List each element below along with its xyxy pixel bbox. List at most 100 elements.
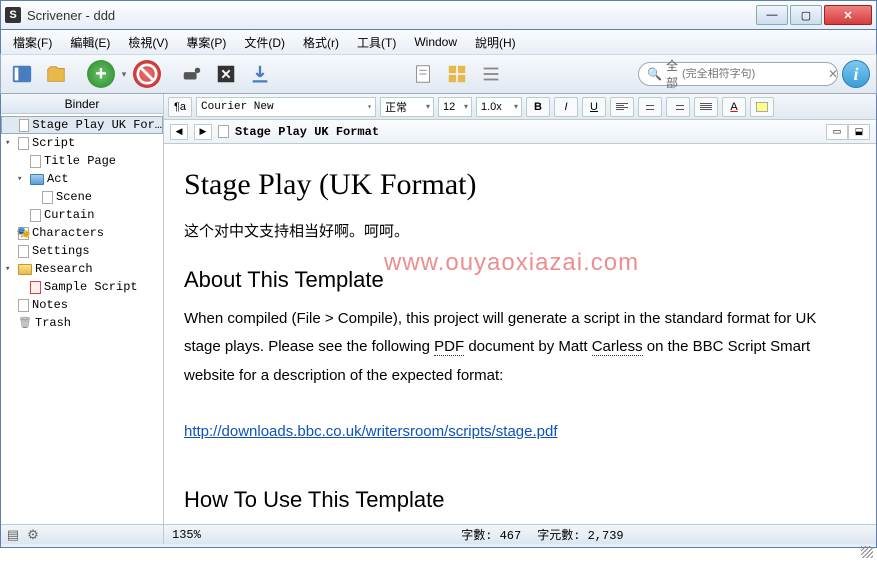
titlebar: S Scrivener - ddd — ▢ ✕ — [0, 0, 877, 30]
align-right-button[interactable] — [666, 97, 690, 117]
tree-item-label: Characters — [32, 226, 104, 240]
close-button[interactable]: ✕ — [824, 5, 872, 25]
doc-icon — [42, 191, 53, 204]
gear-icon[interactable]: ⚙ — [25, 527, 41, 543]
doc-icon — [18, 245, 29, 258]
document-icon — [218, 125, 229, 138]
tree-item[interactable]: Settings — [1, 242, 163, 260]
tree-item[interactable]: 🗑Trash — [1, 314, 163, 332]
tree-item[interactable]: Curtain — [1, 206, 163, 224]
menu-help[interactable]: 說明(H) — [467, 32, 524, 53]
add-dropdown[interactable]: ▾ — [119, 59, 129, 89]
line-spacing-select[interactable]: 1.0x — [476, 97, 522, 117]
tree-item[interactable]: Notes — [1, 296, 163, 314]
doc-icon — [30, 209, 41, 222]
tree-item[interactable]: ▾Act — [1, 170, 163, 188]
binder-tree[interactable]: Stage Play UK For…▾ScriptTitle Page▾ActS… — [1, 114, 163, 524]
nav-back-button[interactable]: ◀ — [170, 124, 188, 140]
menu-format[interactable]: 格式(r) — [295, 32, 347, 53]
view-corkboard-button[interactable] — [442, 59, 472, 89]
align-left-button[interactable] — [610, 97, 634, 117]
font-size-select[interactable]: 12 — [438, 97, 472, 117]
view-document-button[interactable] — [408, 59, 438, 89]
tree-item-label: Act — [47, 172, 69, 186]
delete-button[interactable] — [133, 60, 161, 88]
tree-item[interactable]: Stage Play UK For… — [1, 116, 163, 134]
tree-item[interactable]: Title Page — [1, 152, 163, 170]
font-style-select[interactable]: 正常 — [380, 97, 434, 117]
search-icon: 🔍 — [647, 67, 662, 81]
document-path: Stage Play UK Format — [235, 125, 379, 139]
menu-file[interactable]: 檔案(F) — [5, 32, 60, 53]
format-bar: ¶a Courier New 正常 12 1.0x B I U A — [164, 94, 876, 120]
doc-chinese-line: 这个对中文支持相当好啊。呵呵。 — [184, 218, 856, 247]
tree-item[interactable]: Sample Script — [1, 278, 163, 296]
path-bar: ◀ ▶ Stage Play UK Format ▭ ⬓ — [164, 120, 876, 144]
tree-item[interactable]: ▾Script — [1, 134, 163, 152]
document-editor[interactable]: Stage Play (UK Format) 这个对中文支持相当好啊。呵呵。 A… — [164, 144, 876, 524]
nav-forward-button[interactable]: ▶ — [194, 124, 212, 140]
resize-grip[interactable] — [861, 546, 873, 558]
highlight-button[interactable] — [750, 97, 774, 117]
fullscreen-button[interactable] — [211, 59, 241, 89]
view-outline-button[interactable] — [476, 59, 506, 89]
menu-document[interactable]: 文件(D) — [236, 32, 293, 53]
menubar: 檔案(F) 編輯(E) 檢視(V) 專案(P) 文件(D) 格式(r) 工具(T… — [0, 30, 877, 54]
align-justify-button[interactable] — [694, 97, 718, 117]
minimize-button[interactable]: — — [756, 5, 788, 25]
align-center-button[interactable] — [638, 97, 662, 117]
menu-view[interactable]: 檢視(V) — [120, 32, 176, 53]
add-doc-icon[interactable]: ▤ — [5, 527, 21, 543]
presets-button[interactable]: ¶a — [168, 97, 192, 117]
tree-item-label: Research — [35, 262, 93, 276]
italic-button[interactable]: I — [554, 97, 578, 117]
doc-paragraph-1: When compiled (File > Compile), this pro… — [184, 305, 856, 391]
keywords-button[interactable] — [177, 59, 207, 89]
menu-project[interactable]: 專案(P) — [178, 32, 234, 53]
doc-red-icon — [30, 281, 41, 294]
add-button[interactable]: + — [87, 60, 115, 88]
binder-header: Binder — [1, 94, 163, 114]
compile-button[interactable] — [245, 59, 275, 89]
folder-icon — [18, 264, 32, 275]
tree-item[interactable]: 🎭Characters — [1, 224, 163, 242]
bold-button[interactable]: B — [526, 97, 550, 117]
tree-item[interactable]: Scene — [1, 188, 163, 206]
tree-item-label: Curtain — [44, 208, 94, 222]
tree-item[interactable]: ▾Research — [1, 260, 163, 278]
menu-edit[interactable]: 編輯(E) — [62, 32, 118, 53]
editor-area: ¶a Courier New 正常 12 1.0x B I U A ◀ ▶ St… — [164, 94, 876, 544]
doc-icon — [18, 299, 29, 312]
tree-item-label: Notes — [32, 298, 68, 312]
doc-heading-1: Stage Play (UK Format) — [184, 168, 856, 202]
font-select[interactable]: Courier New — [196, 97, 376, 117]
doc-link[interactable]: http://downloads.bbc.co.uk/writersroom/s… — [184, 423, 558, 440]
binder-toggle-button[interactable] — [7, 59, 37, 89]
split-none-button[interactable]: ▭ — [826, 124, 848, 140]
maximize-button[interactable]: ▢ — [790, 5, 822, 25]
collections-button[interactable] — [41, 59, 71, 89]
search-input[interactable] — [682, 68, 824, 80]
doc-link-line: http://downloads.bbc.co.uk/writersroom/s… — [184, 418, 856, 447]
doc-heading-howto: How To Use This Template — [184, 487, 856, 513]
menu-tools[interactable]: 工具(T) — [349, 32, 404, 53]
text-color-button[interactable]: A — [722, 97, 746, 117]
menu-window[interactable]: Window — [406, 33, 465, 51]
search-box[interactable]: 🔍 全部 ✕ — [638, 62, 838, 86]
zoom-level[interactable]: 135% — [172, 528, 201, 542]
search-clear-icon[interactable]: ✕ — [828, 67, 838, 81]
tree-item-label: Sample Script — [44, 280, 138, 294]
mask-icon: 🎭 — [18, 227, 29, 240]
doc-heading-about: About This Template — [184, 267, 856, 293]
inspector-button[interactable]: i — [842, 60, 870, 88]
binder-statusbar: ▤ ⚙ — [1, 524, 163, 544]
underline-button[interactable]: U — [582, 97, 606, 117]
doc-icon — [18, 137, 29, 150]
main-toolbar: + ▾ 🔍 全部 ✕ i — [0, 54, 877, 94]
trash-icon: 🗑 — [18, 316, 32, 330]
char-count: 字元數: 2,739 — [537, 526, 623, 543]
binder-panel: Binder Stage Play UK For…▾ScriptTitle Pa… — [1, 94, 164, 544]
word-count: 字數: 467 — [461, 526, 521, 543]
split-horizontal-button[interactable]: ⬓ — [848, 124, 870, 140]
tree-item-label: Trash — [35, 316, 71, 330]
